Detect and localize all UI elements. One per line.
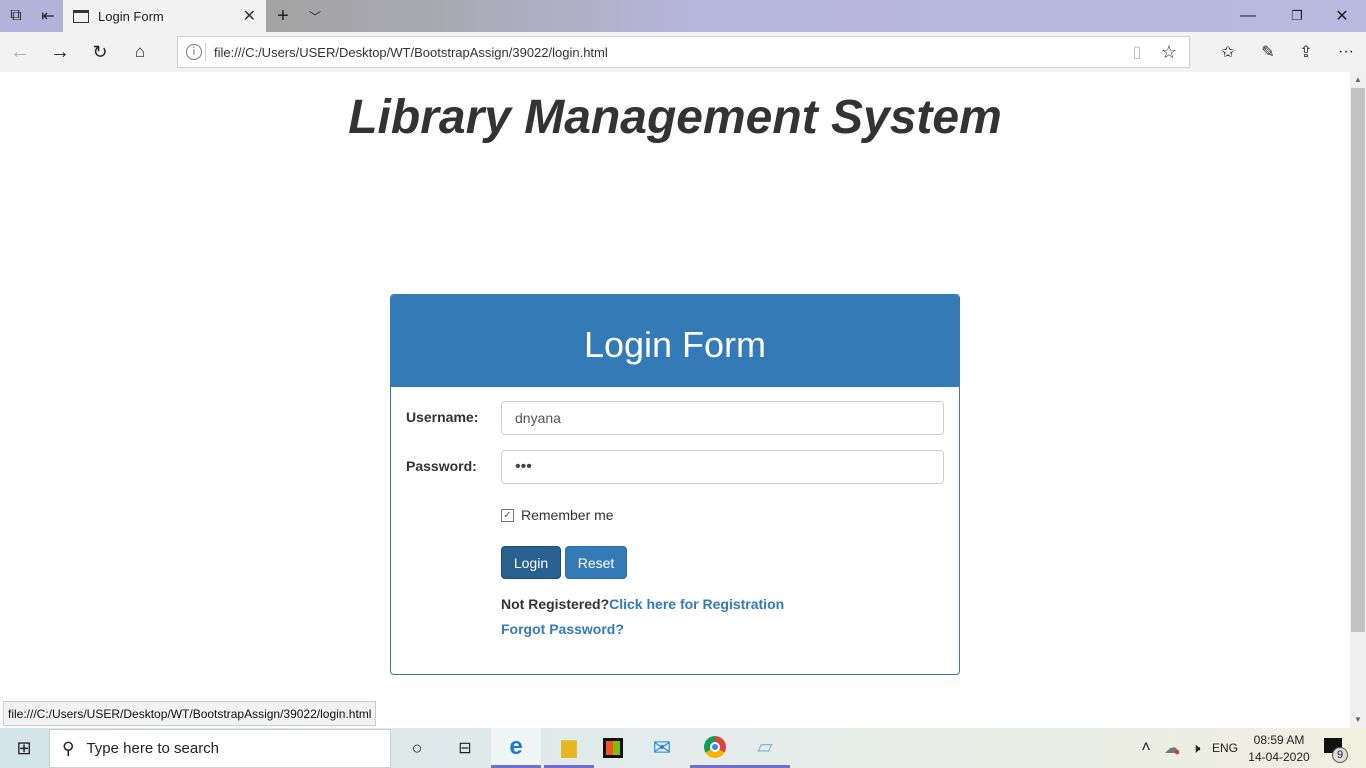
page-icon xyxy=(73,9,89,23)
forward-icon[interactable]: → xyxy=(48,41,72,63)
tab-preview-chevron-icon[interactable]: ﹀ xyxy=(304,5,326,27)
forgot-password-link[interactable]: Forgot Password? xyxy=(501,621,624,637)
status-bar-url: file:///C:/Users/USER/Desktop/WT/Bootstr… xyxy=(3,701,377,726)
clock[interactable]: 08:59 AM 14-04-2020 xyxy=(1244,732,1314,766)
login-button[interactable]: Login xyxy=(501,546,561,579)
page-title: Library Management System xyxy=(348,91,1002,144)
tab-bar: ⧉ ⇤ Login Form ✕ + ﹀ — ❐ ✕ xyxy=(0,0,1366,32)
store-icon[interactable] xyxy=(588,728,638,768)
username-label: Username: xyxy=(406,409,479,425)
tab-actions-icon[interactable]: ⧉ xyxy=(4,6,28,26)
pen-icon[interactable]: ✎ xyxy=(1256,41,1280,63)
time: 08:59 AM xyxy=(1253,733,1305,747)
search-placeholder: Type here to search xyxy=(86,740,220,757)
login-panel: Login Form xyxy=(390,294,960,675)
reset-button[interactable]: Reset xyxy=(565,546,627,579)
password-input[interactable]: ••• xyxy=(501,450,944,484)
back-icon[interactable]: ← xyxy=(8,41,32,63)
date: 14-04-2020 xyxy=(1248,750,1310,764)
reading-view-icon[interactable]: ▯ xyxy=(1128,43,1146,61)
task-view-icon[interactable]: ⊟ xyxy=(440,728,490,768)
url-text[interactable]: file:///C:/Users/USER/Desktop/WT/Bootstr… xyxy=(214,45,608,60)
scrollbar[interactable]: ▲ ▼ xyxy=(1350,72,1366,728)
close-tab-icon[interactable]: ✕ xyxy=(243,6,256,26)
tab-login-form[interactable]: Login Form ✕ xyxy=(63,0,266,32)
favorites-icon[interactable]: ✩ xyxy=(1216,41,1240,63)
restore-icon[interactable]: ❐ xyxy=(1285,6,1309,26)
share-icon[interactable]: ⇪ xyxy=(1294,41,1318,63)
set-aside-tabs-icon[interactable]: ⇤ xyxy=(36,6,60,26)
minimize-icon[interactable]: — xyxy=(1236,6,1260,26)
password-label: Password: xyxy=(406,458,477,474)
refresh-icon[interactable]: ↻ xyxy=(88,41,112,63)
cortana-icon[interactable]: ○ xyxy=(392,728,442,768)
not-registered-text: Not Registered? xyxy=(501,596,610,612)
panel-header: Login Form xyxy=(391,295,959,387)
chrome-icon[interactable] xyxy=(690,728,740,768)
windows-start-icon[interactable]: ⊞ xyxy=(0,728,48,768)
notepad-icon[interactable]: ▱ xyxy=(740,728,790,768)
more-icon[interactable]: ··· xyxy=(1334,41,1358,63)
registration-link[interactable]: Click here for Registration xyxy=(609,596,784,612)
new-tab-icon[interactable]: + xyxy=(272,5,294,27)
info-icon[interactable]: i xyxy=(186,44,202,60)
address-bar[interactable]: i file:///C:/Users/USER/Desktop/WT/Boots… xyxy=(177,36,1190,68)
close-window-icon[interactable]: ✕ xyxy=(1330,6,1354,26)
home-icon[interactable]: ⌂ xyxy=(128,41,152,63)
mail-icon[interactable]: ✉ xyxy=(637,728,687,768)
search-icon: ⚲ xyxy=(62,738,75,758)
edge-icon[interactable]: e xyxy=(491,728,541,768)
favorite-star-icon[interactable]: ☆ xyxy=(1160,42,1178,62)
file-explorer-icon[interactable]: ▆ xyxy=(544,728,594,768)
tab-title: Login Form xyxy=(98,8,164,24)
remember-label[interactable]: Remember me xyxy=(521,507,614,523)
username-input[interactable]: dnyana xyxy=(501,401,944,435)
language-indicator[interactable]: ENG xyxy=(1212,741,1238,755)
network-disconnected-icon[interactable]: ☁ ● xyxy=(1162,738,1182,758)
volume-icon[interactable]: 🕨 xyxy=(1186,738,1206,758)
show-hidden-icons-chevron[interactable]: ˄ xyxy=(1138,738,1154,758)
notification-count: 9 xyxy=(1332,747,1348,763)
remember-checkbox[interactable]: ✓ xyxy=(501,509,514,522)
taskbar-search[interactable]: ⚲ Type here to search xyxy=(49,729,391,768)
